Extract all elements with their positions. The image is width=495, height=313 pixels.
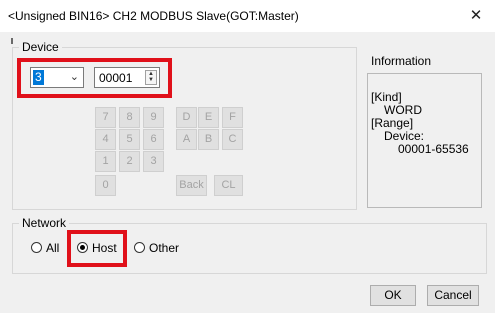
information-box: [Kind] WORD [Range] Device: 00001-65536 bbox=[367, 73, 482, 208]
key-7[interactable]: 7 bbox=[95, 107, 116, 128]
key-0[interactable]: 0 bbox=[95, 175, 116, 196]
key-1[interactable]: 1 bbox=[95, 151, 116, 172]
range-device-label: Device: bbox=[384, 129, 425, 143]
window-title: <Unsigned BIN16> CH2 MODBUS Slave(GOT:Ma… bbox=[8, 9, 299, 23]
host-option-highlight bbox=[67, 230, 127, 267]
radio-other-label: Other bbox=[149, 241, 180, 255]
key-e[interactable]: E bbox=[198, 107, 219, 128]
key-4[interactable]: 4 bbox=[95, 129, 116, 150]
key-3[interactable]: 3 bbox=[143, 151, 164, 172]
key-8[interactable]: 8 bbox=[119, 107, 140, 128]
key-f[interactable]: F bbox=[222, 107, 243, 128]
back-button[interactable]: Back bbox=[176, 175, 207, 196]
close-icon[interactable]: ✕ bbox=[465, 5, 487, 27]
cancel-button[interactable]: Cancel bbox=[427, 285, 479, 306]
range-heading: [Range] bbox=[371, 116, 414, 130]
clear-button[interactable]: CL bbox=[214, 175, 243, 196]
key-c[interactable]: C bbox=[222, 129, 243, 150]
kind-heading: [Kind] bbox=[371, 90, 402, 104]
radio-all-label: All bbox=[46, 241, 60, 255]
network-group-label: Network bbox=[22, 216, 67, 230]
device-input-highlight bbox=[17, 58, 172, 98]
key-b[interactable]: B bbox=[198, 129, 219, 150]
key-2[interactable]: 2 bbox=[119, 151, 140, 172]
radio-all-indicator[interactable] bbox=[31, 242, 42, 253]
ok-button[interactable]: OK bbox=[370, 285, 416, 306]
key-6[interactable]: 6 bbox=[143, 129, 164, 150]
kind-value: WORD bbox=[384, 103, 422, 117]
title-bar: <Unsigned BIN16> CH2 MODBUS Slave(GOT:Ma… bbox=[0, 0, 495, 32]
key-a[interactable]: A bbox=[176, 129, 197, 150]
device-group-label: Device bbox=[22, 40, 59, 54]
key-5[interactable]: 5 bbox=[119, 129, 140, 150]
key-9[interactable]: 9 bbox=[143, 107, 164, 128]
range-value: 00001-65536 bbox=[398, 142, 469, 156]
key-d[interactable]: D bbox=[176, 107, 197, 128]
radio-other-indicator[interactable] bbox=[134, 242, 145, 253]
information-label: Information bbox=[371, 54, 432, 68]
